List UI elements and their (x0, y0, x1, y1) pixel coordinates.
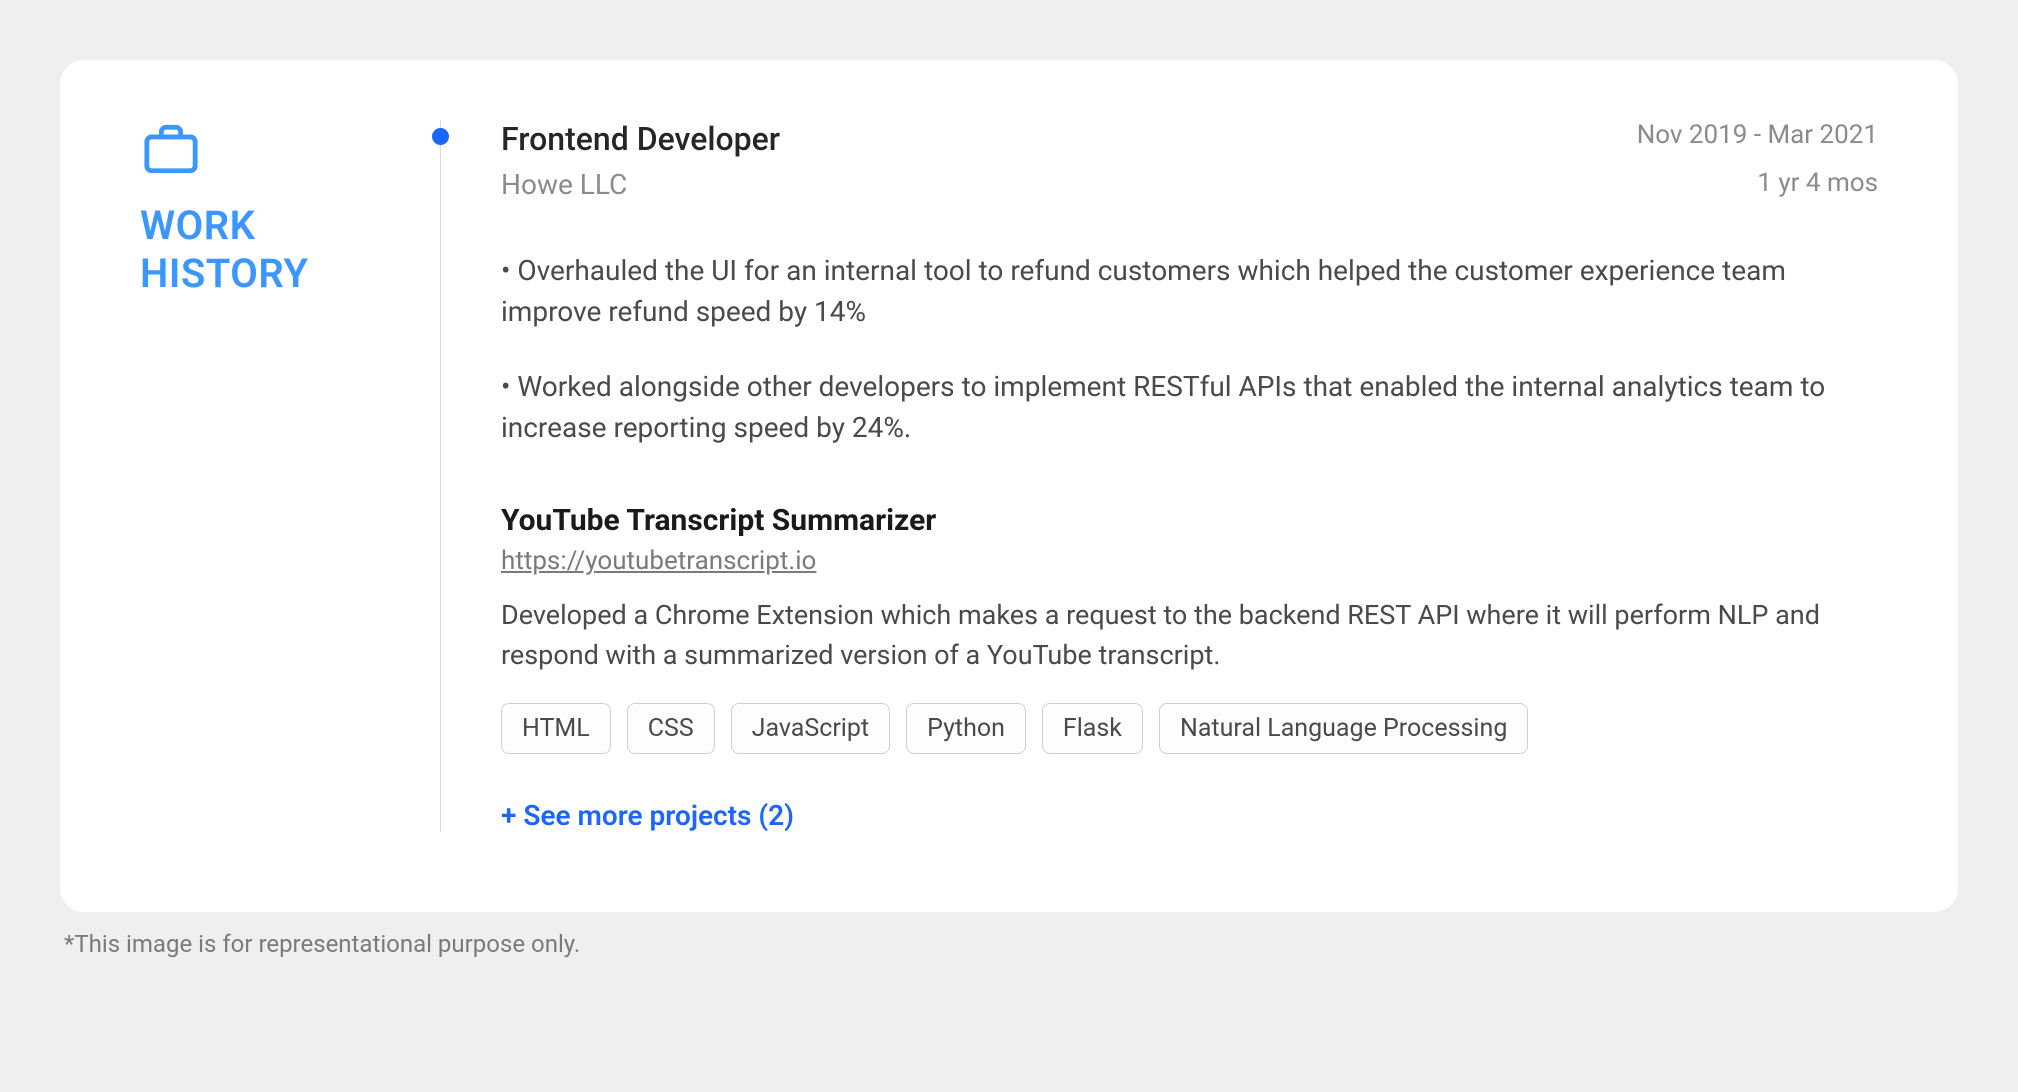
tag: Python (906, 703, 1026, 754)
tag: Flask (1042, 703, 1143, 754)
work-history-card: WORK HISTORY Frontend Developer Nov 2019… (60, 60, 1958, 912)
tag: Natural Language Processing (1159, 703, 1528, 754)
sidebar: WORK HISTORY (140, 120, 440, 832)
tag: HTML (501, 703, 611, 754)
project-title: YouTube Transcript Summarizer (501, 503, 1878, 538)
timeline-dot-icon (432, 128, 449, 145)
tag: JavaScript (731, 703, 890, 754)
project-tags: HTML CSS JavaScript Python Flask Natural… (501, 703, 1878, 754)
job-bullets: • Overhauled the UI for an internal tool… (501, 251, 1878, 448)
job-header: Frontend Developer Nov 2019 - Mar 2021 (501, 120, 1878, 158)
section-title: WORK HISTORY (140, 202, 400, 298)
disclaimer-text: *This image is for representational purp… (64, 930, 1958, 958)
project-link[interactable]: https://youtubetranscript.io (501, 546, 816, 576)
job-bullet: • Worked alongside other developers to i… (501, 367, 1878, 448)
job-company-row: Howe LLC 1 yr 4 mos (501, 168, 1878, 201)
project-description: Developed a Chrome Extension which makes… (501, 596, 1878, 674)
section-title-line2: HISTORY (140, 250, 400, 298)
timeline: Frontend Developer Nov 2019 - Mar 2021 H… (440, 120, 1878, 832)
job-date-range: Nov 2019 - Mar 2021 (1637, 120, 1878, 150)
job-title: Frontend Developer (501, 120, 780, 158)
job-company: Howe LLC (501, 168, 627, 201)
job-duration: 1 yr 4 mos (1757, 168, 1878, 198)
briefcase-icon (140, 120, 400, 182)
section-title-line1: WORK (140, 202, 400, 250)
see-more-projects-button[interactable]: + See more projects (2) (501, 799, 1878, 832)
job-bullet: • Overhauled the UI for an internal tool… (501, 251, 1878, 332)
tag: CSS (627, 703, 715, 754)
